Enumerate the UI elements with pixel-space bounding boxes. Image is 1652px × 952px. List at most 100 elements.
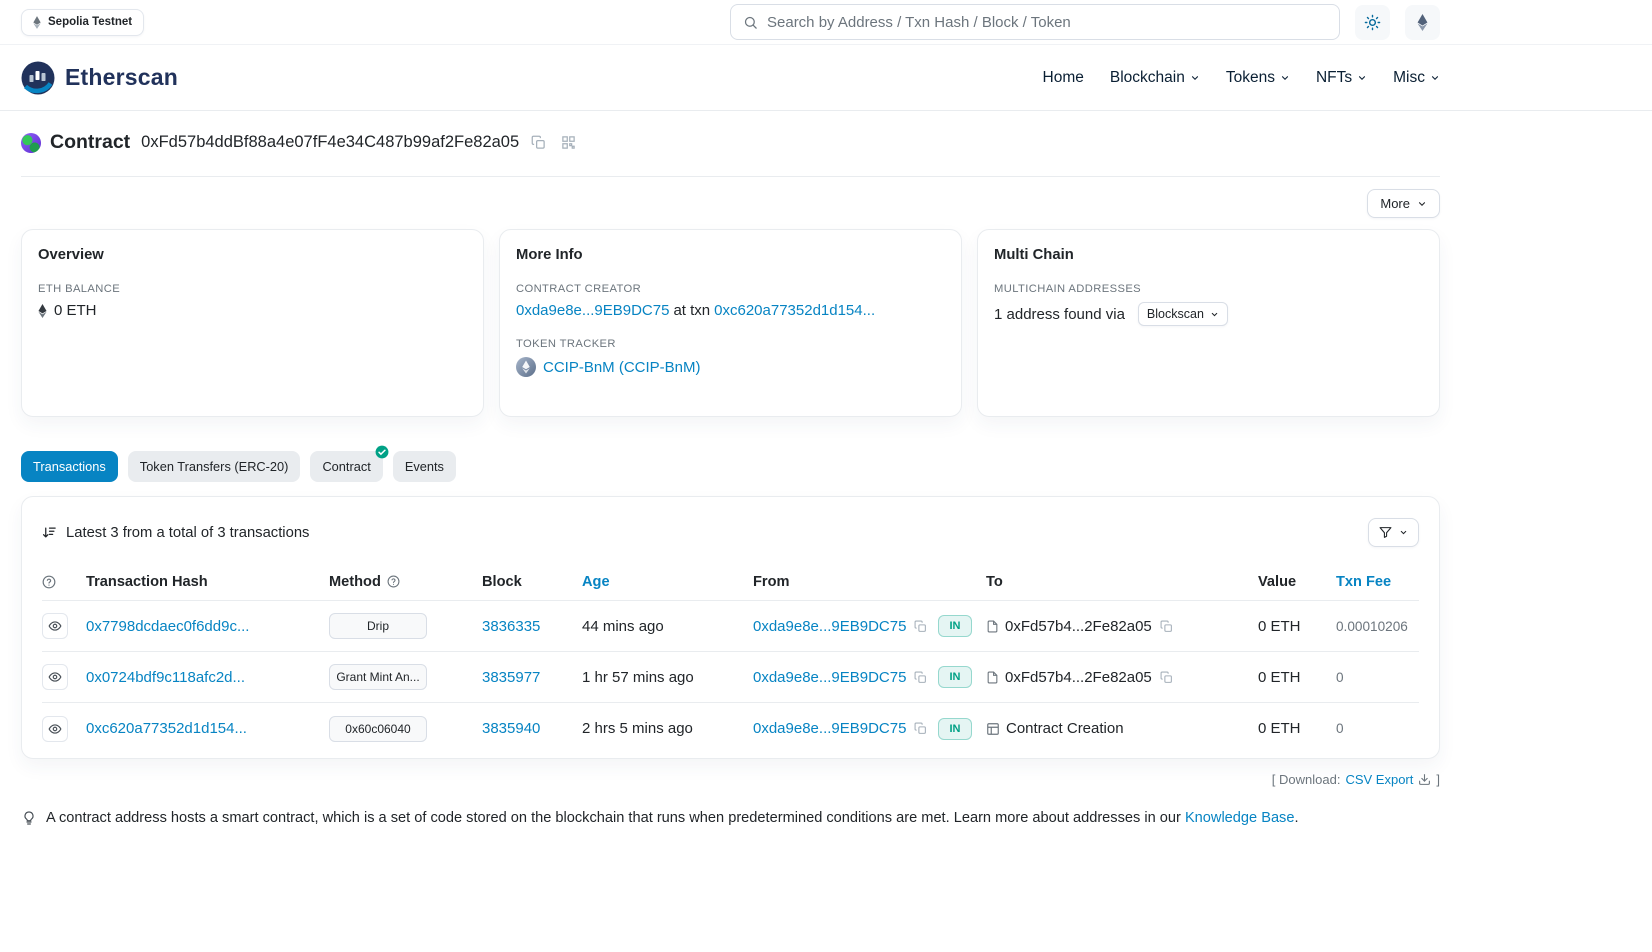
ethereum-icon bbox=[33, 16, 41, 29]
qr-code-icon bbox=[561, 135, 576, 150]
more-button[interactable]: More bbox=[1367, 189, 1440, 218]
tab-events[interactable]: Events bbox=[393, 451, 456, 482]
more-info-card-title: More Info bbox=[516, 247, 945, 263]
overview-card-title: Overview bbox=[38, 247, 467, 263]
nav-item-nfts[interactable]: NFTs bbox=[1316, 69, 1367, 87]
contract-address: 0xFd57b4ddBf88a4e07fF4e34C487b99af2Fe82a… bbox=[141, 133, 519, 152]
token-tracker-link[interactable]: CCIP-BnM (CCIP-BnM) bbox=[543, 359, 701, 376]
theme-toggle-button[interactable] bbox=[1355, 5, 1390, 40]
tab-contract[interactable]: Contract bbox=[310, 451, 382, 482]
footer-note-text: A contract address hosts a smart contrac… bbox=[46, 810, 1181, 826]
contract-creator-label: CONTRACT CREATOR bbox=[516, 283, 945, 295]
etherscan-logo-icon bbox=[21, 61, 55, 95]
multichain-card: Multi Chain MULTICHAIN ADDRESSES 1 addre… bbox=[977, 229, 1440, 417]
topbar: Sepolia Testnet bbox=[0, 0, 1652, 45]
eth-balance-label: ETH BALANCE bbox=[38, 283, 467, 295]
lightbulb-icon bbox=[21, 810, 37, 826]
fee-text: 0.00010206 bbox=[1336, 619, 1408, 634]
copy-from-button[interactable] bbox=[912, 618, 929, 635]
block-link[interactable]: 3835940 bbox=[482, 720, 540, 737]
nav-label: Home bbox=[1043, 69, 1084, 87]
to-address: Contract Creation bbox=[1006, 720, 1124, 737]
fee-text: 0 bbox=[1336, 670, 1344, 685]
chevron-down-icon bbox=[1280, 73, 1290, 83]
brand-logo[interactable]: Etherscan bbox=[21, 61, 178, 95]
column-from: From bbox=[753, 574, 789, 590]
column-age[interactable]: Age bbox=[582, 574, 610, 590]
token-tracker-label: TOKEN TRACKER bbox=[516, 338, 945, 350]
multichain-addresses-label: MULTICHAIN ADDRESSES bbox=[994, 283, 1423, 295]
copy-from-button[interactable] bbox=[912, 669, 929, 686]
copy-icon bbox=[914, 620, 927, 633]
contract-avatar bbox=[21, 133, 41, 153]
copy-icon bbox=[914, 722, 927, 735]
chevron-down-icon bbox=[1399, 528, 1408, 537]
footer-note-suffix: . bbox=[1294, 810, 1298, 826]
network-badge[interactable]: Sepolia Testnet bbox=[21, 9, 144, 36]
help-icon[interactable] bbox=[387, 575, 400, 588]
txn-hash-link[interactable]: 0x0724bdf9c118afc2d... bbox=[86, 669, 245, 686]
nav-item-blockchain[interactable]: Blockchain bbox=[1110, 69, 1200, 87]
filter-button[interactable] bbox=[1368, 518, 1419, 547]
column-method: Method bbox=[329, 574, 381, 590]
preview-txn-button[interactable] bbox=[42, 664, 68, 690]
nav-item-tokens[interactable]: Tokens bbox=[1226, 69, 1290, 87]
csv-export-link[interactable]: CSV Export bbox=[1345, 772, 1431, 787]
qr-code-button[interactable] bbox=[558, 132, 579, 153]
overview-card: Overview ETH BALANCE 0 ETH bbox=[21, 229, 484, 417]
blockscan-dropdown[interactable]: Blockscan bbox=[1138, 302, 1228, 326]
column-to: To bbox=[986, 574, 1003, 590]
contract-creation-icon bbox=[986, 722, 1000, 736]
age-text: 1 hr 57 mins ago bbox=[582, 669, 694, 686]
creator-txn-link[interactable]: 0xc620a77352d1d154... bbox=[714, 302, 875, 319]
multichain-card-title: Multi Chain bbox=[994, 247, 1423, 263]
nav-label: Blockchain bbox=[1110, 69, 1185, 87]
creator-address-link[interactable]: 0xda9e8e...9EB9DC75 bbox=[516, 302, 669, 319]
tab-token-transfers[interactable]: Token Transfers (ERC-20) bbox=[128, 451, 301, 482]
chevron-down-icon bbox=[1210, 310, 1219, 319]
from-address-link[interactable]: 0xda9e8e...9EB9DC75 bbox=[753, 720, 906, 737]
txn-hash-link[interactable]: 0x7798dcdaec0f6dd9c... bbox=[86, 618, 249, 635]
nav-item-home[interactable]: Home bbox=[1043, 69, 1084, 87]
copy-address-button[interactable] bbox=[528, 132, 549, 153]
txn-hash-link[interactable]: 0xc620a77352d1d154... bbox=[86, 720, 247, 737]
column-fee[interactable]: Txn Fee bbox=[1336, 574, 1391, 590]
sun-icon bbox=[1364, 14, 1381, 31]
preview-txn-button[interactable] bbox=[42, 613, 68, 639]
block-link[interactable]: 3835977 bbox=[482, 669, 540, 686]
creator-connector: at txn bbox=[673, 302, 710, 319]
transactions-card: Latest 3 from a total of 3 transactions … bbox=[21, 496, 1440, 759]
to-address: 0xFd57b4...2Fe82a05 bbox=[1005, 669, 1152, 686]
multichain-found-text: 1 address found via bbox=[994, 306, 1125, 323]
age-text: 2 hrs 5 mins ago bbox=[582, 720, 693, 737]
table-row: 0xc620a77352d1d154... 0x60c06040 3835940… bbox=[42, 703, 1419, 754]
copy-icon bbox=[1160, 671, 1173, 684]
knowledge-base-link[interactable]: Knowledge Base bbox=[1185, 810, 1295, 826]
blockscan-dropdown-label: Blockscan bbox=[1147, 307, 1204, 321]
info-cards: Overview ETH BALANCE 0 ETH More Info CON… bbox=[21, 229, 1440, 417]
download-row: [ Download: CSV Export ] bbox=[21, 772, 1440, 787]
column-value: Value bbox=[1258, 574, 1296, 590]
eye-icon bbox=[48, 722, 62, 736]
token-icon bbox=[516, 357, 536, 377]
method-badge: Grant Mint An... bbox=[329, 664, 427, 690]
copy-to-button[interactable] bbox=[1158, 669, 1175, 686]
search-input[interactable] bbox=[767, 14, 1327, 31]
table-header: Transaction Hash Method Block Age From T… bbox=[42, 563, 1419, 601]
from-address-link[interactable]: 0xda9e8e...9EB9DC75 bbox=[753, 618, 906, 635]
tab-transactions[interactable]: Transactions bbox=[21, 451, 118, 482]
nav-item-misc[interactable]: Misc bbox=[1393, 69, 1440, 87]
copy-icon bbox=[1160, 620, 1173, 633]
transactions-summary: Latest 3 from a total of 3 transactions bbox=[42, 525, 309, 541]
copy-to-button[interactable] bbox=[1158, 618, 1175, 635]
block-link[interactable]: 3836335 bbox=[482, 618, 540, 635]
chevron-down-icon bbox=[1357, 73, 1367, 83]
value-text: 0 ETH bbox=[1258, 669, 1301, 686]
from-address-link[interactable]: 0xda9e8e...9EB9DC75 bbox=[753, 669, 906, 686]
help-icon[interactable] bbox=[42, 575, 56, 589]
document-icon bbox=[986, 670, 999, 685]
ethereum-network-button[interactable] bbox=[1405, 5, 1440, 40]
transactions-summary-text: Latest 3 from a total of 3 transactions bbox=[66, 525, 309, 541]
preview-txn-button[interactable] bbox=[42, 716, 68, 742]
copy-from-button[interactable] bbox=[912, 720, 929, 737]
